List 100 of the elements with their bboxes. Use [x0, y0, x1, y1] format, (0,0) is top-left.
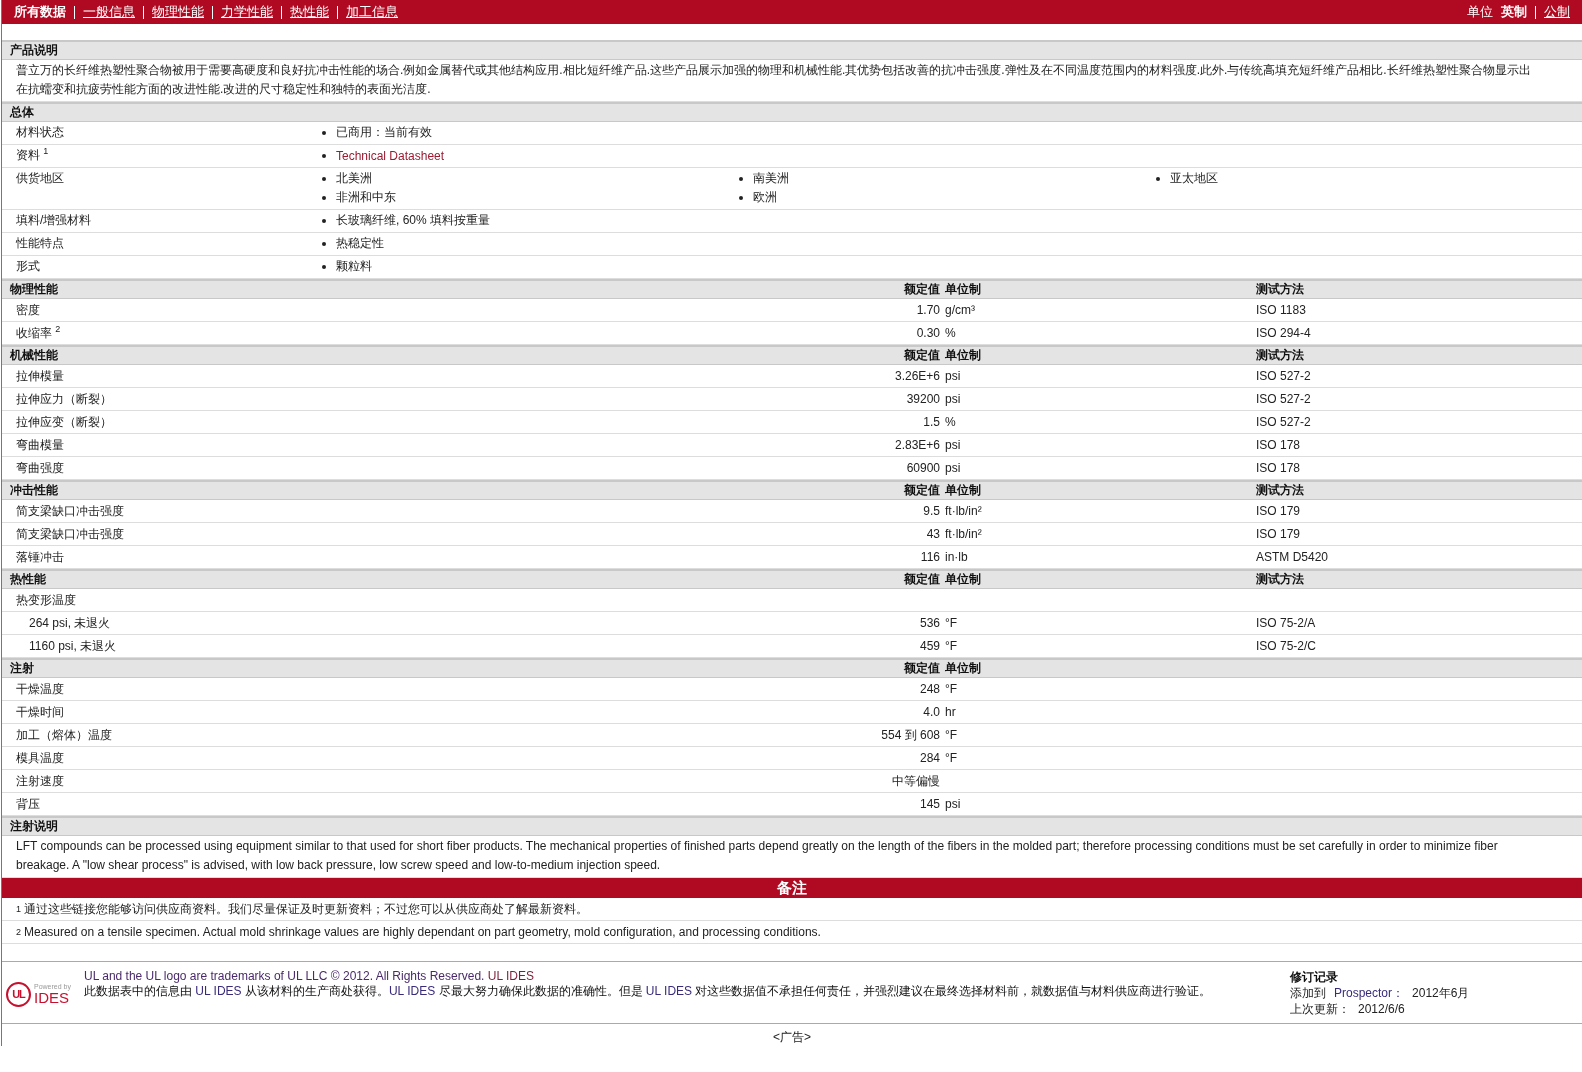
unit-text: %	[944, 415, 957, 429]
test-method: ISO 178	[1255, 438, 1302, 452]
section-title: 注射	[9, 660, 35, 677]
unit-text: psi	[944, 797, 962, 811]
property-label: 弯曲强度	[15, 459, 65, 477]
copyright-text: UL and the UL logo are trademarks of UL LLC © 2012. All Rights Reserved. UL IDES	[84, 969, 535, 984]
property-value: 4.0	[922, 705, 940, 719]
section-title: 冲击性能	[9, 482, 59, 499]
test-method: ISO 527-2	[1255, 369, 1312, 383]
property-value: 已商用：当前有效	[336, 124, 432, 141]
test-method: ISO 179	[1255, 527, 1302, 541]
test-method: ISO 75-2/A	[1255, 616, 1317, 630]
bullet-icon	[322, 153, 326, 158]
disclaimer-text: 此数据表中的信息由 UL IDES 从该材料的生产商处获得。UL IDES 尽最大努力确保此数据的准确性。但是 UL IDES 对这些数据值不承担任何责任，并强烈建议在最终选择材料前，就数据值与材料供应商进行验证。	[84, 984, 1213, 999]
unit-text: °F	[944, 728, 959, 742]
property-label: 拉伸模量	[15, 367, 65, 385]
property-label: 1160 psi, 未退火	[28, 637, 118, 655]
property-label: 弯曲模量	[15, 436, 65, 454]
column-header: 测试方法	[1255, 482, 1305, 499]
property-label: 注射速度	[15, 772, 65, 790]
bullet-icon	[322, 130, 326, 135]
unit-text: %	[944, 326, 957, 340]
ul-logo: UL	[6, 981, 31, 1007]
property-value: 39200	[905, 392, 940, 406]
property-label: 干燥时间	[15, 703, 65, 721]
property-value: 北美洲	[336, 170, 372, 187]
bullet-icon	[1156, 176, 1160, 181]
property-value: 116	[919, 550, 940, 564]
unit-text: psi	[944, 438, 962, 452]
unit-text: psi	[944, 369, 962, 383]
property-label: 资料 $^{1}$	[15, 146, 50, 164]
property-value: 欧洲	[753, 189, 777, 206]
nav-tab[interactable]: 所有数据	[14, 3, 66, 21]
bullet-icon	[322, 218, 326, 223]
column-header: 单位制	[944, 482, 982, 499]
property-value: 非洲和中东	[336, 189, 396, 206]
unit-option[interactable]: 英制	[1501, 3, 1527, 21]
property-value: 9.5	[922, 504, 940, 518]
column-header: 单位制	[944, 347, 982, 364]
column-header: 测试方法	[1255, 347, 1305, 364]
property-value: 热稳定性	[336, 235, 384, 252]
test-method: ISO 527-2	[1255, 415, 1312, 429]
nav-tab[interactable]: 加工信息	[346, 3, 398, 21]
test-method: ISO 75-2/C	[1255, 639, 1318, 653]
ad-label: <广告>	[773, 1030, 811, 1044]
section-title: 物理性能	[9, 281, 59, 298]
remarks-title: 备注	[777, 878, 807, 898]
property-value: 43	[925, 527, 940, 541]
unit-text: psi	[944, 392, 962, 406]
column-header: 测试方法	[1255, 281, 1305, 298]
property-label: 干燥温度	[15, 680, 65, 698]
nav-tab[interactable]: 力学性能	[221, 3, 273, 21]
property-label: 背压	[15, 795, 41, 813]
revision-label: 上次更新：	[1290, 1001, 1350, 1017]
column-header: 单位制	[944, 281, 982, 298]
bullet-icon	[322, 264, 326, 269]
ides-link[interactable]: UL IDES	[487, 969, 534, 983]
test-method: ISO 179	[1255, 504, 1302, 518]
section-title: 机械性能	[9, 347, 59, 364]
unit-text: hr	[944, 705, 957, 719]
property-label: 落锤冲击	[15, 548, 65, 566]
test-method: ISO 178	[1255, 461, 1302, 475]
property-label: 模具温度	[15, 749, 65, 767]
unit-text: ft·lb/in²	[944, 504, 983, 518]
property-value: 459	[918, 639, 940, 653]
property-value: 536	[918, 616, 940, 630]
property-value: 2.83E+6	[893, 438, 940, 452]
property-value: 南美洲	[753, 170, 789, 187]
property-label: 拉伸应变（断裂）	[15, 413, 113, 431]
unit-text: g/cm³	[944, 303, 976, 317]
property-label: 简支梁缺口冲击强度	[15, 525, 125, 543]
unit-text: ft·lb/in²	[944, 527, 983, 541]
property-value: 284	[918, 751, 940, 765]
column-header: 额定值	[903, 571, 940, 588]
datasheet-link[interactable]: Technical Datasheet	[336, 148, 445, 163]
property-label: 简支梁缺口冲击强度	[15, 502, 125, 520]
property-label: 填料/增强材料	[15, 212, 93, 229]
property-label: 拉伸应力（断裂）	[15, 390, 113, 408]
nav-tab[interactable]: 一般信息	[83, 3, 135, 21]
revision-label: 添加到	[1290, 985, 1326, 1001]
unit-option[interactable]: 公制	[1544, 3, 1570, 21]
section-title: 热性能	[9, 571, 47, 588]
bullet-icon	[322, 241, 326, 246]
property-value: 60900	[905, 461, 940, 475]
property-label: 材料状态	[15, 124, 65, 141]
unit-text: psi	[944, 461, 962, 475]
bullet-icon	[739, 176, 743, 181]
revision-source: Prospector：	[1334, 985, 1405, 1001]
section-title: 注射说明	[9, 818, 58, 835]
property-label: 密度	[15, 301, 41, 319]
column-header: 额定值	[903, 482, 940, 499]
nav-tab[interactable]: 物理性能	[152, 3, 204, 21]
property-value: 3.26E+6	[893, 369, 940, 383]
bullet-icon	[322, 176, 326, 181]
property-label: 收缩率 $^{2}$	[15, 324, 62, 342]
property-value: 554 到 608	[880, 726, 940, 744]
column-header: 单位制	[944, 660, 982, 677]
nav-tab[interactable]: 热性能	[290, 3, 329, 21]
property-value: 248	[918, 682, 940, 696]
revision-title: 修订记录	[1290, 969, 1339, 985]
